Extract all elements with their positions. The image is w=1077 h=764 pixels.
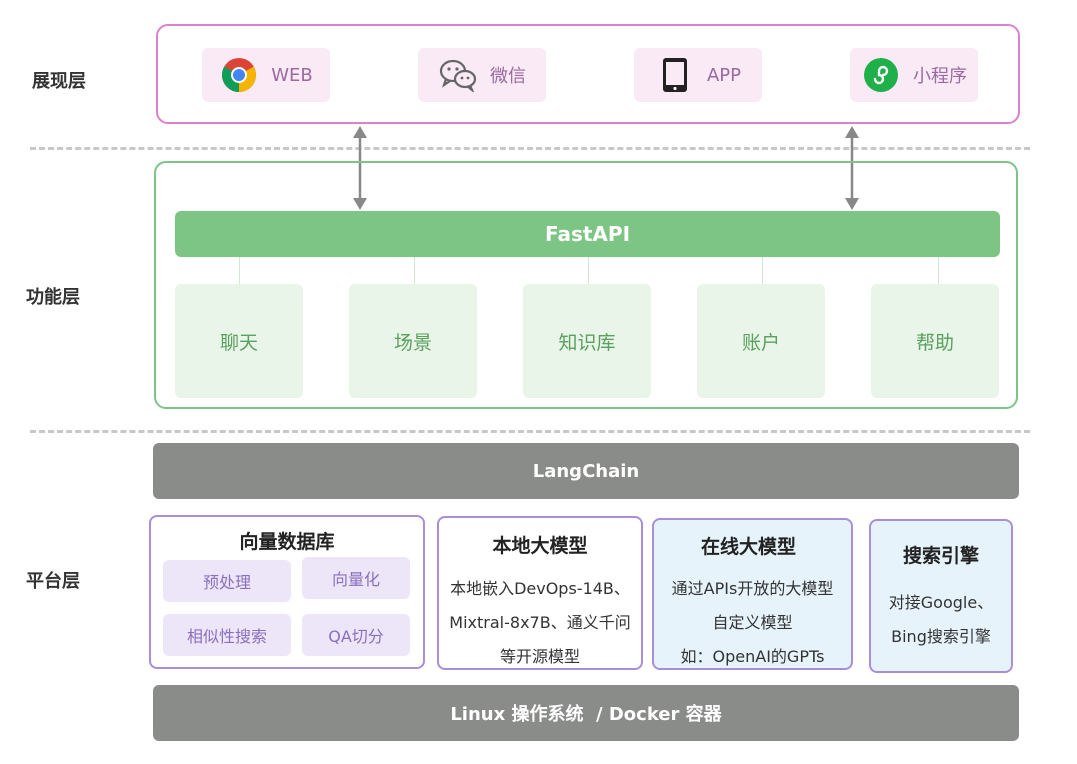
client-app-label: APP — [706, 64, 742, 86]
online-model-title: 在线大模型 — [700, 536, 796, 558]
chrome-icon — [219, 55, 259, 95]
module-connector — [239, 257, 240, 284]
presentation-layer-label: 展现层 — [32, 71, 86, 92]
module-knowledge-base: 知识库 — [523, 284, 651, 398]
local-model-line: 等开源模型 — [499, 647, 580, 666]
layer-separator-bottom — [30, 430, 1030, 433]
client-wechat: 微信 — [418, 48, 546, 102]
vector-item-similarity-search: 相似性搜索 — [163, 614, 291, 656]
module-help: 帮助 — [871, 284, 999, 398]
module-chat: 聊天 — [175, 284, 303, 398]
online-model-line: 如：OpenAI的GPTs — [680, 647, 825, 666]
fastapi-bar: FastAPI — [175, 211, 1000, 257]
module-connector — [938, 257, 939, 284]
online-model-box: 在线大模型 通过APIs开放的大模型 自定义模型 如：OpenAI的GPTs — [652, 518, 853, 670]
module-account: 账户 — [697, 284, 825, 398]
search-engine-line: Bing搜索引擎 — [891, 627, 991, 646]
wechat-icon — [438, 55, 478, 95]
vector-db-title: 向量数据库 — [239, 531, 335, 553]
online-model-line: 通过APIs开放的大模型 — [671, 579, 834, 598]
online-model-line: 自定义模型 — [712, 613, 793, 632]
mini-program-icon — [861, 55, 901, 95]
client-wechat-label: 微信 — [490, 66, 526, 87]
search-engine-title: 搜索引擎 — [902, 545, 979, 567]
local-model-box: 本地大模型 本地嵌入DevOps-14B、 Mixtral-8x7B、通义千问 … — [437, 516, 643, 670]
function-layer-label: 功能层 — [26, 287, 80, 308]
client-mini-program: 小程序 — [850, 48, 978, 102]
os-container-bar: Linux 操作系统 / Docker 容器 — [153, 685, 1019, 741]
platform-layer-label: 平台层 — [26, 571, 80, 592]
langchain-bar: LangChain — [153, 443, 1019, 499]
module-scene: 场景 — [349, 284, 477, 398]
local-model-line: 本地嵌入DevOps-14B、 — [450, 579, 630, 598]
vector-db-box: 向量数据库 预处理 向量化 相似性搜索 QA切分 — [149, 515, 425, 669]
vector-item-qa-split: QA切分 — [302, 614, 410, 656]
local-model-line: Mixtral-8x7B、通义千问 — [449, 613, 631, 632]
client-mini-program-label: 小程序 — [913, 66, 967, 87]
search-engine-box: 搜索引擎 对接Google、 Bing搜索引擎 — [869, 519, 1013, 673]
client-web: WEB — [202, 48, 330, 102]
module-connector — [762, 257, 763, 284]
search-engine-line: 对接Google、 — [888, 593, 994, 612]
client-web-label: WEB — [271, 64, 313, 86]
module-connector — [414, 257, 415, 284]
vector-item-preprocess: 预处理 — [163, 560, 291, 602]
vector-item-vectorize: 向量化 — [302, 557, 410, 599]
module-connector — [588, 257, 589, 284]
mobile-phone-icon — [655, 55, 695, 95]
local-model-title: 本地大模型 — [492, 535, 588, 557]
layer-separator-top — [30, 147, 1030, 150]
client-app: APP — [634, 48, 762, 102]
